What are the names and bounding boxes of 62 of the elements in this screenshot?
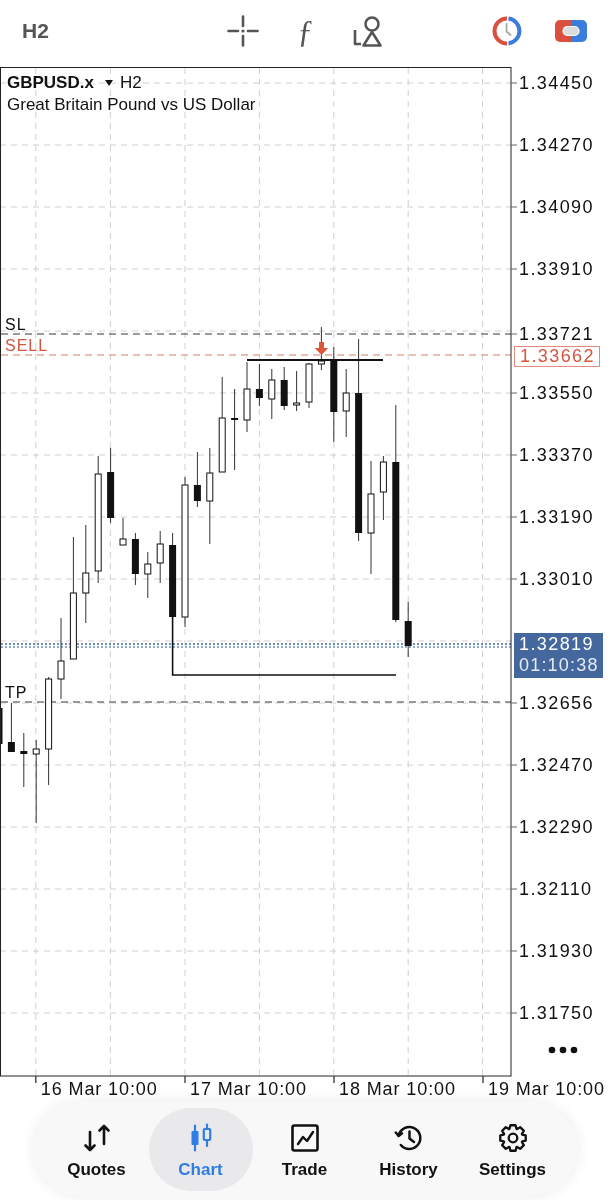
candle bbox=[20, 732, 28, 788]
clock-icon[interactable] bbox=[492, 16, 522, 46]
function-button[interactable]: ƒ bbox=[297, 14, 314, 48]
price-label: 1.34090 bbox=[519, 196, 594, 218]
date-label: 18 Mar 10:00 bbox=[339, 1078, 456, 1100]
line-chart-icon bbox=[289, 1122, 320, 1153]
stop-loss-label: SL bbox=[5, 316, 27, 334]
candle bbox=[317, 326, 325, 371]
price-label: 1.33550 bbox=[519, 382, 594, 404]
nav-tab[interactable]: Quotes bbox=[44, 1107, 149, 1191]
price-label: 1.32290 bbox=[519, 816, 594, 838]
price-label: 1.33910 bbox=[519, 258, 594, 280]
shapes-icon[interactable] bbox=[352, 15, 383, 47]
price-label: 1.33190 bbox=[519, 506, 594, 528]
candle bbox=[0, 708, 3, 744]
nav-tab[interactable]: History bbox=[356, 1107, 461, 1191]
timeframe-button[interactable]: H2 bbox=[22, 18, 49, 44]
price-label: 1.33370 bbox=[519, 444, 594, 466]
candle bbox=[144, 551, 152, 599]
price-label: 1.34270 bbox=[519, 134, 594, 156]
countdown-timer: 01:10:38 bbox=[519, 654, 600, 676]
price-label: 1.31930 bbox=[519, 940, 594, 962]
candle bbox=[7, 702, 15, 753]
candle bbox=[131, 532, 139, 586]
arrows-icon bbox=[81, 1122, 112, 1153]
price-label: 1.33721 bbox=[519, 323, 594, 345]
candle bbox=[305, 362, 313, 409]
caret-icon[interactable] bbox=[104, 80, 113, 86]
price-label: 1.32470 bbox=[519, 754, 594, 776]
timeframe-label: H2 bbox=[119, 73, 142, 93]
symbol-description: Great Britain Pound vs US Dollar bbox=[7, 94, 256, 116]
down-arrow-icon bbox=[314, 342, 329, 355]
price-label: 1.32656 bbox=[519, 692, 594, 714]
more-icon[interactable] bbox=[548, 1046, 578, 1054]
nav-tab[interactable]: Trade bbox=[252, 1107, 357, 1191]
candle bbox=[156, 530, 164, 584]
price-label: 1.31750 bbox=[519, 1002, 594, 1024]
candle bbox=[243, 361, 251, 433]
price-label: 1.32110 bbox=[519, 878, 593, 900]
candle bbox=[119, 517, 127, 546]
candle bbox=[379, 455, 387, 521]
candle bbox=[404, 601, 412, 658]
candle bbox=[193, 451, 201, 508]
candle bbox=[293, 370, 301, 412]
take-profit-label: TP bbox=[5, 684, 28, 702]
crosshair-icon[interactable] bbox=[226, 15, 259, 47]
date-label: 16 Mar 10:00 bbox=[40, 1078, 158, 1100]
symbol-label[interactable]: GBPUSD.x bbox=[7, 73, 94, 93]
candle bbox=[255, 363, 263, 407]
date-label: 17 Mar 10:00 bbox=[190, 1078, 307, 1100]
date-label: 19 Mar 10:00 bbox=[488, 1078, 605, 1100]
order-price-tag: 1.33662 bbox=[514, 346, 600, 367]
candle bbox=[280, 366, 288, 411]
price-label: 1.33010 bbox=[519, 568, 594, 590]
settings-icon bbox=[497, 1122, 528, 1153]
toggle-icon[interactable] bbox=[555, 20, 587, 42]
candle bbox=[268, 368, 276, 420]
nav-tab[interactable]: Settings bbox=[460, 1107, 565, 1191]
order-label: SELL bbox=[5, 337, 49, 355]
price-label: 1.32819 bbox=[519, 633, 595, 655]
candle bbox=[342, 368, 350, 438]
price-label: 1.34450 bbox=[519, 72, 594, 94]
